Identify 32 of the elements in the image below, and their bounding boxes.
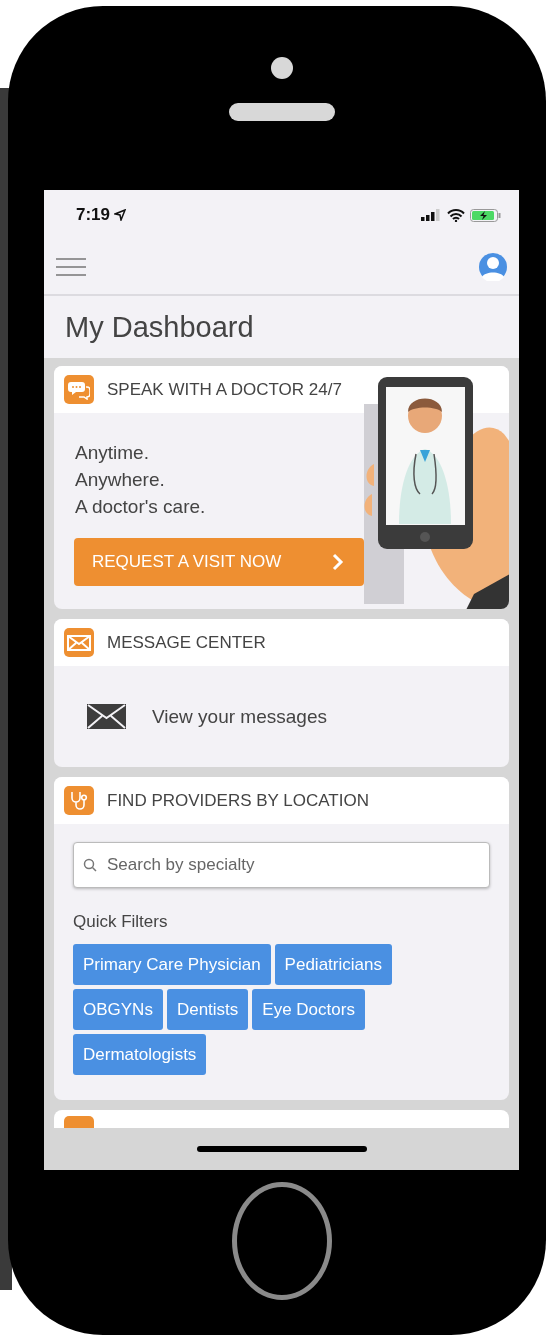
filter-chip[interactable]: Pediatricians <box>274 944 392 985</box>
envelope-icon <box>64 628 94 657</box>
home-button[interactable] <box>231 1182 332 1300</box>
stethoscope-icon <box>64 786 94 815</box>
location-arrow-icon <box>114 209 127 221</box>
tagline: Anywhere. <box>75 468 166 492</box>
user-avatar-icon[interactable] <box>479 253 507 281</box>
filter-chip[interactable]: Dermatologists <box>73 1034 207 1075</box>
card-title: SPEAK WITH A DOCTOR 24/7 <box>107 379 342 400</box>
status-time: 7:19 <box>76 205 111 225</box>
envelope-icon <box>87 704 126 729</box>
filter-chip[interactable]: Dentists <box>166 989 249 1030</box>
camera-dot <box>270 57 293 79</box>
chat-bubbles-icon <box>64 375 94 404</box>
chevron-right-icon <box>332 553 344 571</box>
menu-icon[interactable] <box>56 258 86 276</box>
tagline: Anytime. <box>75 441 150 465</box>
card-title: FIND PROVIDERS BY LOCATION <box>107 790 369 811</box>
search-field[interactable]: Search by specialty <box>73 842 490 888</box>
signal-icon <box>421 209 441 221</box>
request-visit-button[interactable]: REQUEST A VISIT NOW <box>74 538 364 586</box>
tagline: A doctor's care. <box>75 495 207 519</box>
battery-icon <box>470 208 501 222</box>
wifi-icon <box>447 208 465 222</box>
page-title: My Dashboard <box>64 309 255 345</box>
filter-chip[interactable]: Primary Care Physician <box>73 944 271 985</box>
card-title: MESSAGE CENTER <box>107 632 266 653</box>
filter-chip[interactable]: Eye Doctors <box>252 989 365 1030</box>
search-icon <box>83 858 97 872</box>
quick-filters-label: Quick Filters <box>73 912 169 932</box>
filter-chip[interactable]: OBGYNs <box>73 989 163 1030</box>
view-messages-link[interactable]: View your messages <box>152 705 327 728</box>
